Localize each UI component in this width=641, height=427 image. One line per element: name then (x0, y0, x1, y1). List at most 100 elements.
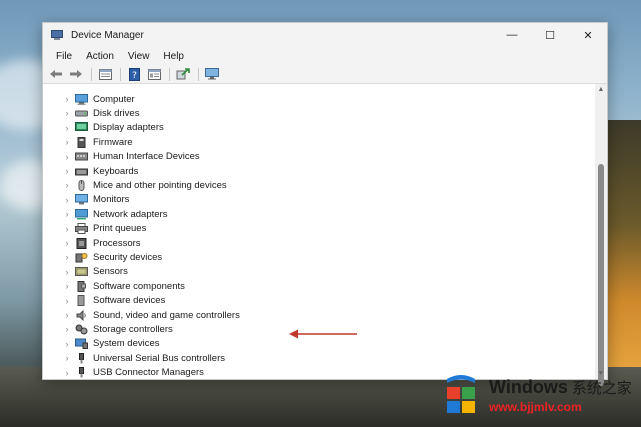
tree-item[interactable]: › Display adapters (43, 121, 164, 135)
scan-hardware-icon (176, 68, 190, 80)
tree-item[interactable]: › Print queues (43, 222, 146, 236)
tree-item[interactable]: › System devices (43, 337, 160, 351)
view-list-icon (147, 68, 161, 80)
chevron-right-icon[interactable]: › (64, 224, 70, 234)
properties-button[interactable] (96, 66, 114, 82)
window-title: Device Manager (71, 29, 144, 41)
chevron-right-icon[interactable]: › (64, 252, 70, 262)
tree-item[interactable]: › Software components (43, 279, 185, 293)
tree-item-label: Firmware (93, 136, 133, 148)
chevron-right-icon[interactable]: › (64, 324, 70, 334)
minimize-button[interactable]: — (493, 23, 531, 47)
title-bar[interactable]: Device Manager — ☐ ✕ (43, 23, 607, 47)
scan-hardware-button[interactable] (174, 66, 192, 82)
svg-text:?: ? (132, 71, 137, 81)
chevron-right-icon[interactable]: › (64, 108, 70, 118)
tree-item[interactable]: › Sensors (43, 265, 128, 279)
tree-item-label: USB Connector Managers (93, 367, 204, 379)
tree-item[interactable]: › Sound, video and game controllers (43, 308, 240, 322)
menu-view[interactable]: View (121, 51, 157, 62)
tree-item-label: System devices (93, 338, 160, 350)
view-button[interactable] (145, 66, 163, 82)
monitor-button[interactable] (203, 66, 221, 82)
chevron-right-icon[interactable]: › (64, 368, 70, 378)
tree-item-label: Monitors (93, 194, 130, 206)
usb-icon (75, 352, 88, 364)
tree-item[interactable]: › Computer (43, 92, 135, 106)
chevron-right-icon[interactable]: › (64, 152, 70, 162)
tree-item-label: Storage controllers (93, 323, 173, 335)
chevron-right-icon[interactable]: › (64, 238, 70, 248)
tree-item[interactable]: › Keyboards (43, 164, 139, 178)
chevron-right-icon[interactable]: › (64, 180, 70, 190)
chevron-right-icon[interactable]: › (64, 123, 70, 133)
annotation-arrow-icon (289, 329, 357, 339)
scrollbar-thumb[interactable] (598, 164, 604, 386)
back-button[interactable] (47, 66, 65, 82)
monitor-icon (75, 194, 88, 205)
chevron-right-icon[interactable]: › (64, 267, 70, 277)
tree-item[interactable]: › Storage controllers (43, 322, 173, 336)
watermark-brand-cn: 系统之家 (571, 379, 632, 397)
chevron-right-icon[interactable]: › (64, 137, 70, 147)
tree-item-label: Software components (93, 280, 185, 292)
software-device-icon (75, 295, 88, 307)
keyboard-icon (75, 166, 88, 177)
close-button[interactable]: ✕ (569, 23, 607, 47)
chevron-right-icon[interactable]: › (64, 209, 70, 219)
sensor-icon (75, 266, 88, 277)
tree-item[interactable]: › Processors (43, 236, 141, 250)
tree-item-label: Display adapters (93, 122, 164, 134)
chevron-right-icon[interactable]: › (64, 166, 70, 176)
storage-controller-icon (75, 324, 88, 335)
properties-sheet-icon (98, 68, 112, 80)
menu-help[interactable]: Help (156, 51, 191, 62)
toolbar-separator (169, 67, 170, 81)
forward-button[interactable] (67, 66, 85, 82)
tree-item[interactable]: › Monitors (43, 193, 129, 207)
tree-item[interactable]: › Human Interface Devices (43, 150, 200, 164)
scroll-up-icon[interactable]: ▲ (595, 86, 607, 93)
toolbar-separator (198, 67, 199, 81)
chevron-right-icon[interactable]: › (64, 310, 70, 320)
tree-item-label: Mice and other pointing devices (93, 179, 227, 191)
tree-item-label: Processors (93, 237, 141, 249)
maximize-button[interactable]: ☐ (531, 23, 569, 47)
tree-item[interactable]: › Security devices (43, 250, 163, 264)
watermark-brand: Windows (489, 376, 568, 397)
network-adapter-icon (75, 208, 88, 220)
tree-item-label: Disk drives (93, 107, 140, 119)
tree-item-label: Network adapters (93, 208, 168, 220)
vertical-scrollbar[interactable]: ▲ ▼ (595, 84, 607, 386)
chevron-right-icon[interactable]: › (64, 296, 70, 306)
processor-icon (75, 237, 88, 249)
tree-item-label: Sound, video and game controllers (93, 309, 240, 321)
chevron-right-icon[interactable]: › (64, 195, 70, 205)
back-arrow-icon (50, 70, 62, 78)
tree-item-label: Computer (93, 93, 135, 105)
chevron-right-icon[interactable]: › (64, 94, 70, 104)
tree-item[interactable]: › USB Connector Managers (43, 366, 204, 379)
menu-action[interactable]: Action (79, 51, 121, 62)
tree-item-label: Universal Serial Bus controllers (93, 352, 225, 364)
printer-icon (75, 223, 88, 235)
watermark: Windows 系统之家 www.bjjmlv.com (439, 369, 635, 421)
system-device-icon (75, 338, 88, 350)
tree-item[interactable]: › Mice and other pointing devices (43, 178, 227, 192)
chevron-right-icon[interactable]: › (64, 339, 70, 349)
chevron-right-icon[interactable]: › (64, 353, 70, 363)
menu-file[interactable]: File (49, 51, 79, 62)
speaker-icon (75, 309, 88, 321)
chevron-right-icon[interactable]: › (64, 281, 70, 291)
tree-item[interactable]: › Universal Serial Bus controllers (43, 351, 225, 365)
toolbar-separator (120, 67, 121, 81)
monitor-icon (205, 68, 219, 80)
tree-item-label: Print queues (93, 223, 147, 235)
display-adapter-icon (75, 122, 88, 133)
tree-item[interactable]: › Network adapters (43, 207, 167, 221)
tree-item[interactable]: › Disk drives (43, 106, 140, 120)
help-button[interactable]: ? (125, 66, 143, 82)
toolbar: ? (43, 65, 607, 84)
tree-item[interactable]: › Software devices (43, 294, 165, 308)
tree-item[interactable]: › Firmware (43, 135, 133, 149)
